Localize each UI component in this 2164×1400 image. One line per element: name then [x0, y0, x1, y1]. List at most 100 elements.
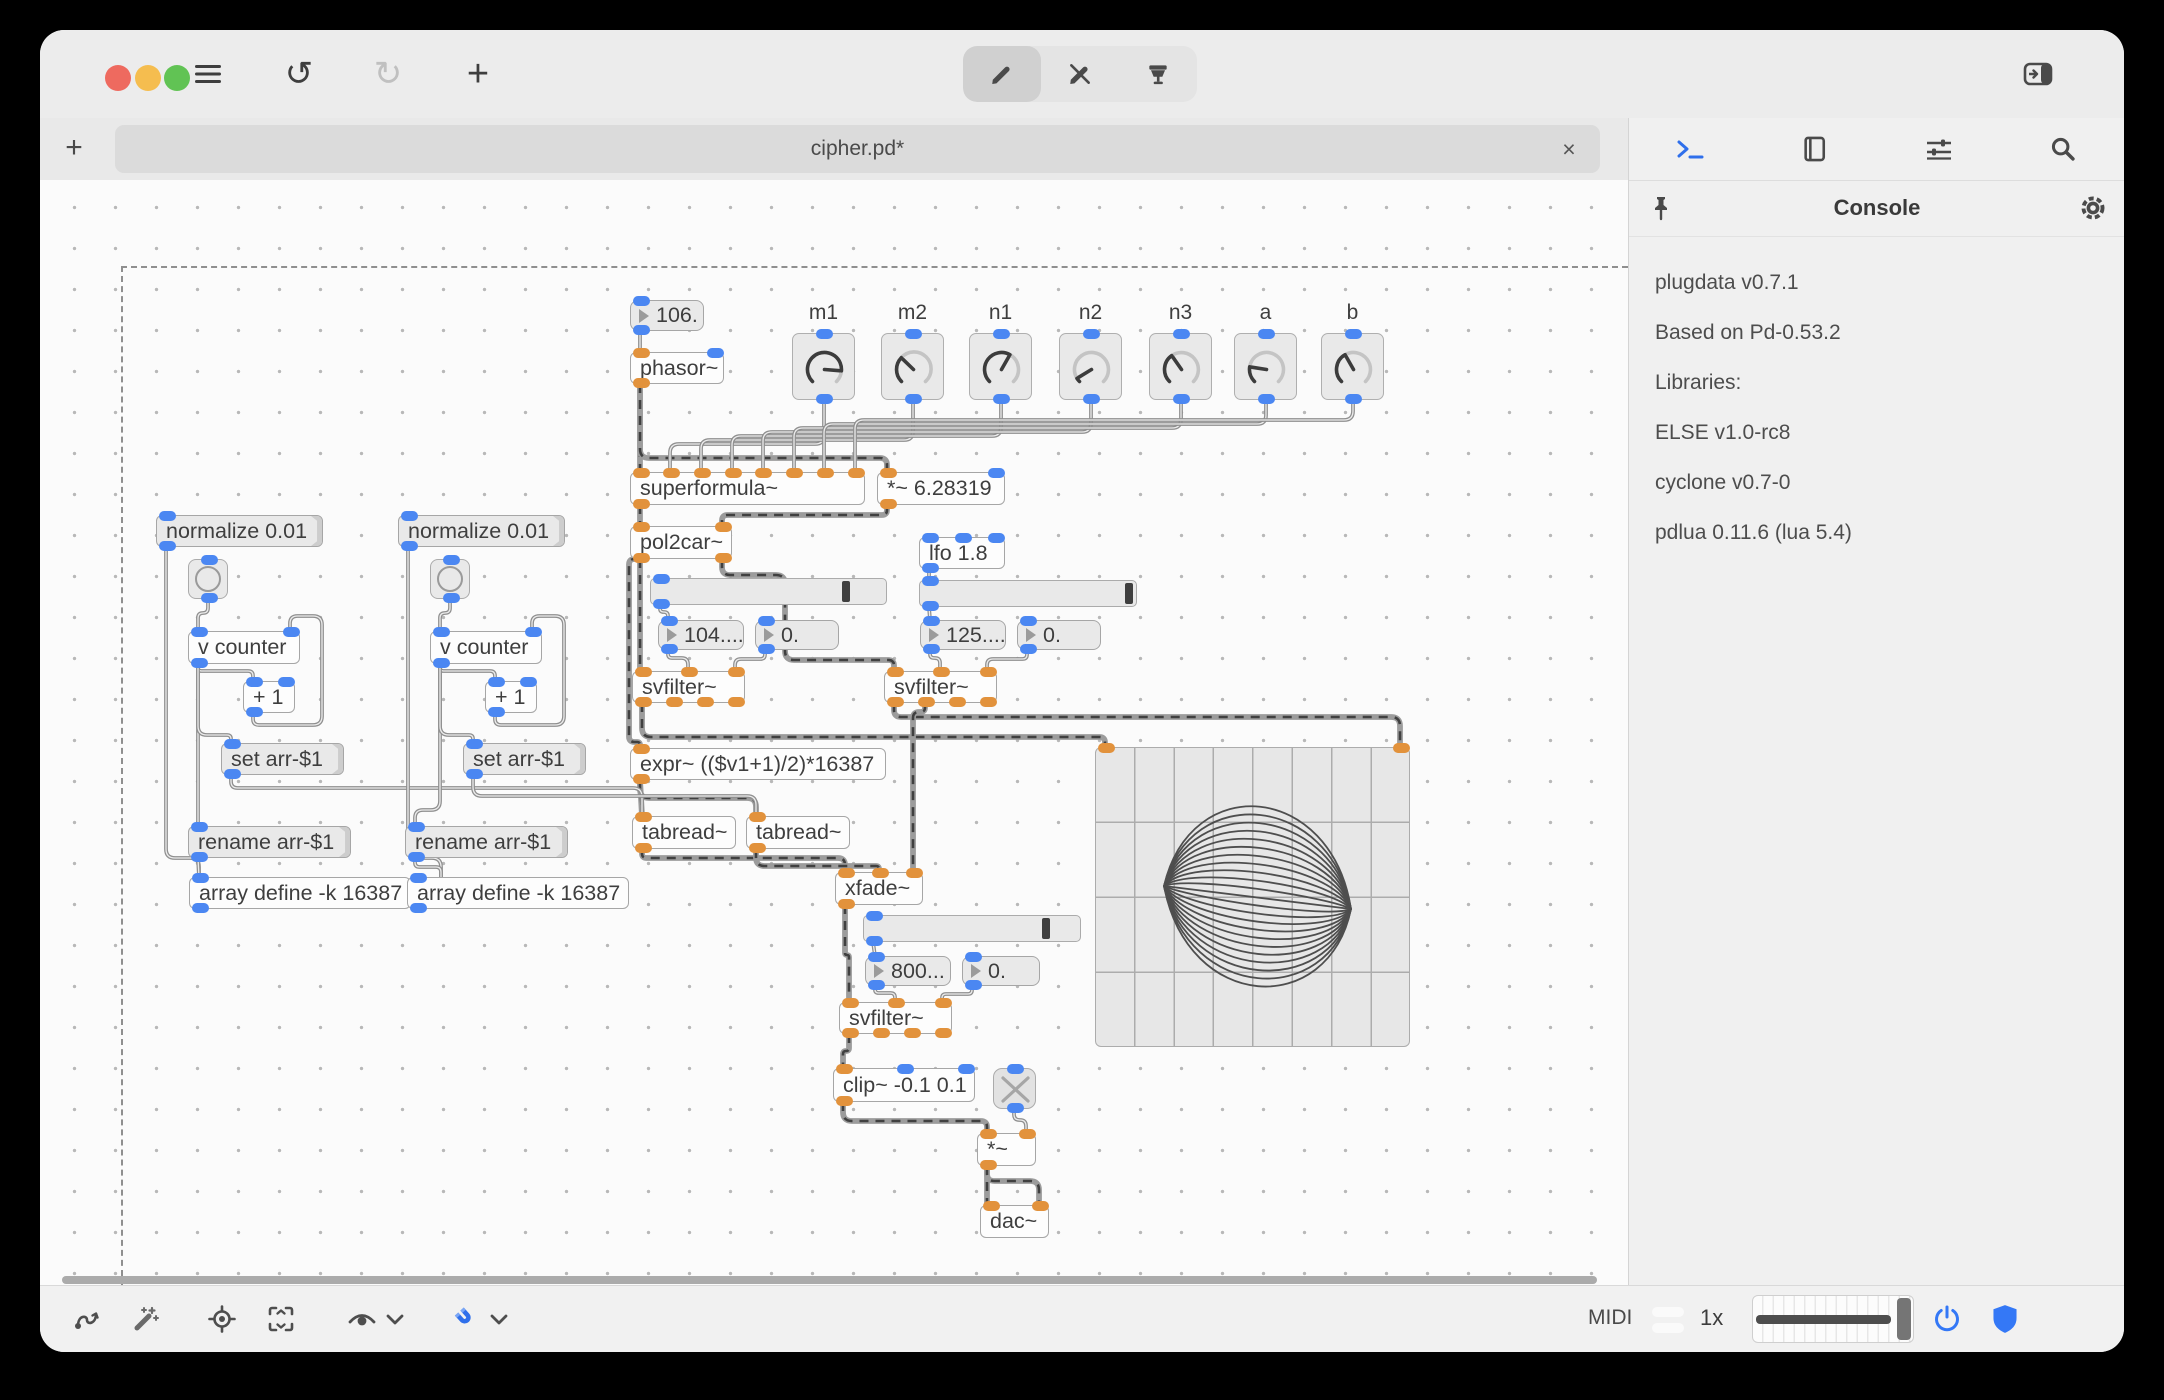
- patch-cable[interactable]: [472, 774, 757, 817]
- control-inlet[interactable]: [816, 329, 833, 339]
- control-inlet[interactable]: [865, 911, 883, 921]
- control-outlet[interactable]: [660, 644, 678, 654]
- signal-inlet[interactable]: [979, 667, 997, 677]
- control-outlet[interactable]: [921, 601, 939, 611]
- signal-inlet[interactable]: [693, 468, 711, 478]
- patch-cable[interactable]: [891, 700, 1403, 751]
- control-inlet[interactable]: [987, 533, 1005, 543]
- control-outlet[interactable]: [191, 903, 209, 913]
- pd-object-tabread~[interactable]: tabread~: [632, 812, 736, 853]
- pin-console-button[interactable]: [1629, 195, 1693, 221]
- control-outlet[interactable]: [190, 852, 208, 862]
- control-outlet[interactable]: [632, 325, 650, 335]
- control-inlet[interactable]: [282, 627, 300, 637]
- patch-cable[interactable]: [720, 559, 896, 671]
- patch-cable[interactable]: [439, 663, 474, 744]
- control-inlet[interactable]: [921, 533, 939, 543]
- signal-outlet[interactable]: [948, 697, 966, 707]
- signal-outlet[interactable]: [979, 697, 997, 707]
- control-outlet[interactable]: [442, 593, 460, 603]
- control-outlet[interactable]: [465, 769, 483, 779]
- tab-documentation[interactable]: [1753, 118, 1877, 180]
- new-object-button[interactable]: +: [458, 53, 498, 95]
- control-inlet[interactable]: [277, 677, 295, 687]
- control-outlet[interactable]: [993, 394, 1010, 404]
- pd-object-svfilter~[interactable]: svfilter~: [839, 998, 952, 1038]
- signal-outlet[interactable]: [634, 843, 652, 853]
- signal-inlet[interactable]: [755, 468, 773, 478]
- control-inlet[interactable]: [987, 468, 1005, 478]
- signal-outlet[interactable]: [886, 697, 904, 707]
- pd-message-rename[interactable]: rename arr-$1: [405, 822, 568, 862]
- signal-inlet[interactable]: [714, 522, 732, 532]
- signal-inlet[interactable]: [835, 1064, 853, 1074]
- run-mode-button[interactable]: [1041, 46, 1119, 102]
- signal-inlet[interactable]: [933, 667, 950, 677]
- pd-bng-bngB[interactable]: [430, 555, 470, 603]
- patch-cable[interactable]: [413, 662, 442, 828]
- control-outlet[interactable]: [757, 644, 775, 654]
- pd-object-[interactable]: + 1: [485, 677, 537, 717]
- signal-inlet[interactable]: [786, 468, 804, 478]
- signal-outlet[interactable]: [879, 499, 897, 509]
- snap-dropdown-button[interactable]: [484, 1298, 514, 1340]
- signal-outlet[interactable]: [872, 1028, 890, 1038]
- overlay-dropdown-button[interactable]: [380, 1298, 410, 1340]
- signal-inlet[interactable]: [879, 468, 897, 478]
- signal-inlet[interactable]: [634, 812, 652, 822]
- control-outlet[interactable]: [652, 599, 670, 609]
- control-inlet[interactable]: [957, 1064, 975, 1074]
- patch-cable[interactable]: [892, 703, 1402, 748]
- control-inlet[interactable]: [652, 574, 670, 584]
- pd-object-pol2car~[interactable]: pol2car~: [630, 522, 732, 563]
- control-inlet[interactable]: [190, 627, 208, 637]
- patch-cable[interactable]: [840, 1099, 990, 1136]
- center-canvas-button[interactable]: [201, 1298, 243, 1340]
- control-inlet[interactable]: [964, 952, 982, 962]
- presentation-mode-button[interactable]: [1119, 46, 1197, 102]
- control-outlet[interactable]: [921, 563, 939, 573]
- pd-number-num125[interactable]: 125....: [920, 616, 1006, 654]
- zoom-level[interactable]: 1x: [1700, 1305, 1723, 1331]
- patch-cable[interactable]: [438, 662, 475, 745]
- patch-cable[interactable]: [984, 1163, 1042, 1208]
- signal-inlet[interactable]: [871, 868, 889, 878]
- control-inlet[interactable]: [1173, 329, 1190, 339]
- horizontal-scrollbar[interactable]: [62, 1276, 1597, 1284]
- control-outlet[interactable]: [407, 852, 425, 862]
- pd-object-superformula~[interactable]: superformula~: [630, 468, 865, 509]
- pd-message-normalize[interactable]: normalize 0.01: [398, 511, 565, 551]
- control-outlet[interactable]: [1083, 394, 1100, 404]
- signal-outlet[interactable]: [837, 899, 855, 909]
- control-inlet[interactable]: [993, 329, 1010, 339]
- pd-number-num800[interactable]: 800...: [865, 952, 951, 990]
- snap-to-grid-button[interactable]: [445, 1298, 487, 1340]
- slider-handle[interactable]: [1125, 583, 1133, 604]
- control-outlet[interactable]: [1173, 394, 1190, 404]
- patch-cable[interactable]: [640, 703, 1107, 748]
- control-outlet[interactable]: [245, 707, 263, 717]
- control-inlet[interactable]: [1007, 1064, 1024, 1074]
- patch-cable[interactable]: [910, 700, 928, 875]
- pd-object-lfo[interactable]: lfo 1.8: [919, 533, 1005, 573]
- pd-object-array[interactable]: array define -k 16387: [189, 873, 411, 913]
- signal-inlet[interactable]: [748, 812, 766, 822]
- signal-inlet[interactable]: [1031, 1201, 1049, 1211]
- slider-handle[interactable]: [1042, 918, 1050, 939]
- pd-number-num106[interactable]: 106.: [630, 296, 704, 335]
- pd-number-num0c[interactable]: 0.: [962, 952, 1040, 990]
- signal-outlet[interactable]: [632, 553, 650, 563]
- pd-object-svfilter~[interactable]: svfilter~: [632, 667, 745, 707]
- control-inlet[interactable]: [896, 1064, 914, 1074]
- pd-message-set[interactable]: set arr-$1: [463, 739, 586, 779]
- control-inlet[interactable]: [432, 627, 450, 637]
- pd-slider-slider2[interactable]: [919, 576, 1137, 611]
- redo-button[interactable]: ↻: [368, 54, 408, 94]
- control-outlet[interactable]: [964, 980, 982, 990]
- signal-inlet[interactable]: [634, 667, 652, 677]
- control-inlet[interactable]: [954, 533, 972, 543]
- signal-inlet[interactable]: [934, 998, 952, 1008]
- signal-outlet[interactable]: [841, 1028, 859, 1038]
- signal-inlet[interactable]: [1392, 743, 1410, 753]
- control-outlet[interactable]: [487, 707, 505, 717]
